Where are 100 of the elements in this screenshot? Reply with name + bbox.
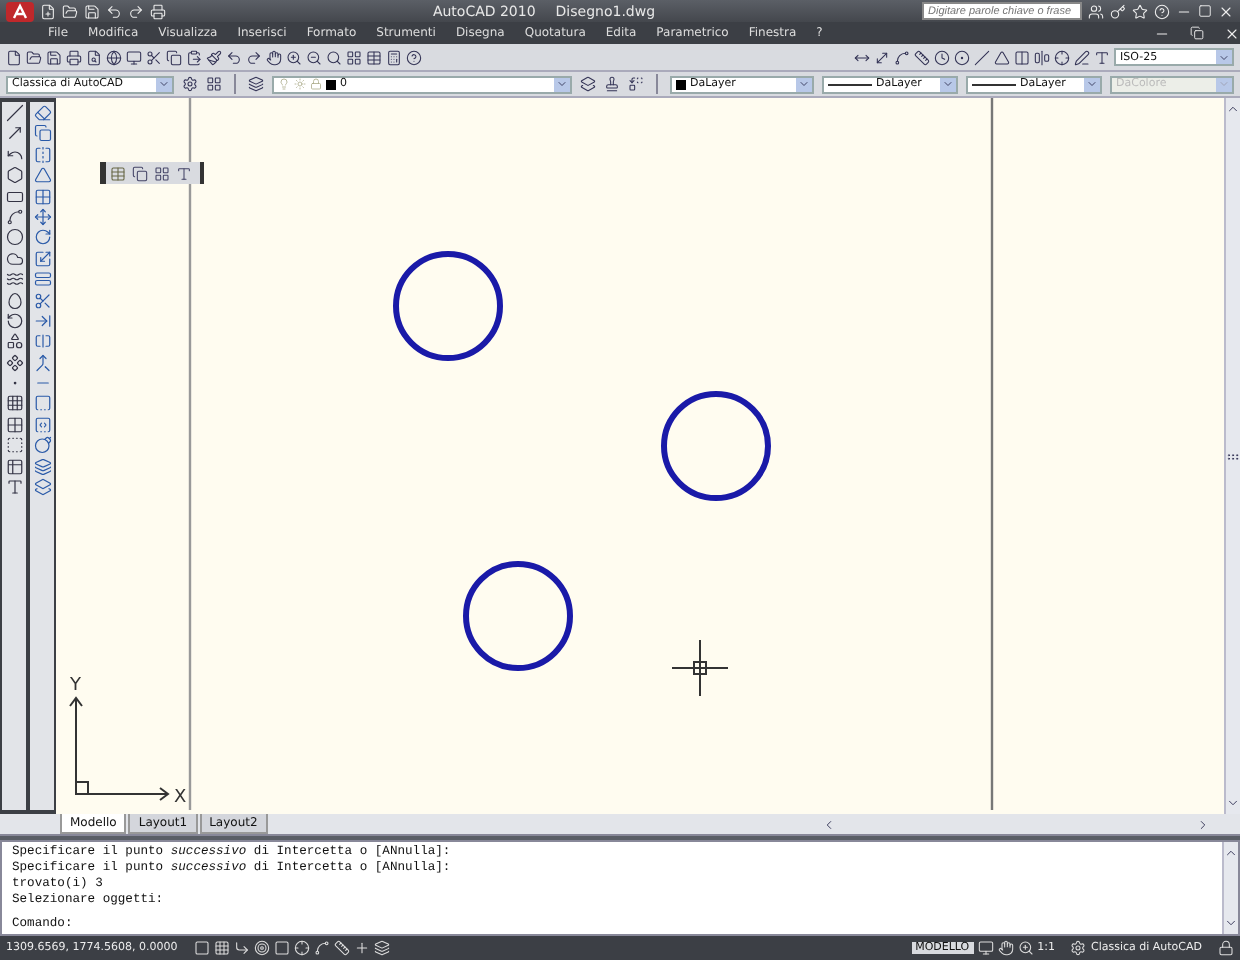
status-toggle-icon[interactable]	[233, 940, 250, 956]
ucs-axes-icon	[69, 696, 170, 801]
x-axis-label: X	[174, 788, 187, 808]
text-icon[interactable]	[176, 165, 192, 181]
copy-icon[interactable]	[132, 165, 148, 181]
line-icon[interactable]	[5, 104, 23, 122]
array-icon[interactable]	[33, 187, 51, 206]
rectangle-icon[interactable]	[5, 187, 23, 206]
save-icon[interactable]	[46, 49, 62, 65]
redo-icon[interactable]	[128, 3, 144, 19]
vertical-scrollbar[interactable]	[1222, 842, 1238, 934]
rotate-icon[interactable]	[33, 228, 51, 247]
copy-icon[interactable]	[166, 49, 182, 65]
edit-icon[interactable]	[1074, 49, 1090, 65]
help-icon[interactable]	[406, 49, 422, 65]
status-toggle-icon[interactable]	[313, 940, 330, 956]
stamp-icon[interactable]	[604, 76, 620, 92]
monitor-icon[interactable]	[977, 940, 994, 956]
eraser-icon[interactable]	[33, 104, 51, 122]
scale-icon[interactable]	[33, 249, 51, 268]
status-toggle-icon[interactable]	[373, 940, 390, 956]
cloud-icon[interactable]	[5, 249, 23, 268]
status-toggle-icon[interactable]	[293, 940, 310, 956]
arc-icon[interactable]	[894, 49, 910, 65]
line-sample	[828, 83, 872, 85]
circle-icon[interactable]	[5, 228, 23, 247]
status-toggle-icon[interactable]	[193, 940, 210, 956]
spline-icon[interactable]	[5, 270, 23, 289]
ray-icon[interactable]	[5, 124, 23, 143]
hand-icon[interactable]	[266, 49, 282, 65]
color-swatch	[676, 79, 686, 89]
layers-icon[interactable]	[33, 478, 51, 497]
trim-icon[interactable]	[33, 291, 51, 310]
crosshair-cursor	[671, 639, 729, 697]
restore-icon[interactable]	[1190, 26, 1204, 40]
folder-icon[interactable]	[26, 49, 42, 65]
new-file-icon[interactable]	[6, 49, 22, 65]
grid-icon[interactable]	[154, 165, 170, 181]
app-logo-icon[interactable]	[6, 1, 34, 21]
paste-icon[interactable]	[186, 49, 202, 65]
zoom-icon[interactable]	[286, 49, 302, 65]
aligned-dimension-icon[interactable]	[874, 49, 890, 65]
maximize-icon[interactable]	[1198, 4, 1212, 18]
slash-icon[interactable]	[974, 49, 990, 65]
grid-icon[interactable]	[346, 49, 362, 65]
bulb-icon	[278, 78, 290, 90]
copy-icon[interactable]	[33, 124, 51, 143]
monitor-icon[interactable]	[126, 49, 142, 65]
layers-icon[interactable]	[248, 76, 264, 92]
brush-icon[interactable]	[206, 49, 222, 65]
swap-icon[interactable]	[628, 76, 644, 92]
calculator-icon[interactable]	[386, 49, 402, 65]
arrow-up-icon[interactable]	[1226, 102, 1240, 116]
settings-icon[interactable]	[182, 76, 198, 92]
dimension-icon[interactable]	[854, 49, 870, 65]
redo-icon[interactable]	[246, 49, 262, 65]
close-icon[interactable]	[1224, 25, 1240, 41]
extend-icon[interactable]	[33, 311, 51, 330]
arrow-down-icon[interactable]	[1226, 796, 1240, 810]
table-icon[interactable]	[5, 457, 23, 476]
layers-icon[interactable]	[580, 76, 596, 92]
status-toggle-icon[interactable]	[353, 940, 370, 956]
triangle-icon[interactable]	[994, 49, 1010, 65]
grid-icon[interactable]	[206, 76, 222, 92]
grip-icon[interactable]	[1226, 449, 1240, 463]
move-icon[interactable]	[33, 207, 51, 226]
arrow-left-icon[interactable]	[822, 817, 836, 831]
vertical-scrollbar[interactable]	[1224, 98, 1240, 814]
key-icon[interactable]	[1110, 3, 1126, 19]
arc-icon[interactable]	[5, 207, 23, 226]
undo-icon[interactable]	[106, 3, 122, 19]
printer-icon[interactable]	[66, 49, 82, 65]
hatch-icon[interactable]	[5, 394, 23, 413]
color-swatch	[326, 79, 336, 89]
people-icon[interactable]	[1088, 3, 1104, 19]
star-icon[interactable]	[1132, 3, 1148, 19]
lock-icon[interactable]	[1218, 940, 1234, 956]
lock-icon	[310, 78, 322, 90]
zoom-out-icon[interactable]	[306, 49, 322, 65]
status-toggle-icon[interactable]	[213, 940, 230, 956]
circle	[661, 391, 771, 501]
arrow-up-icon[interactable]	[1224, 846, 1238, 860]
block-icon[interactable]	[5, 332, 23, 351]
cut-icon[interactable]	[146, 49, 162, 65]
layers-icon[interactable]	[33, 457, 51, 476]
printer-icon[interactable]	[150, 3, 166, 19]
text-icon[interactable]	[1094, 49, 1110, 65]
search-icon[interactable]	[326, 49, 342, 65]
status-toggle-icon[interactable]	[333, 940, 350, 956]
text-icon[interactable]	[5, 478, 23, 497]
arrow-right-icon[interactable]	[1196, 817, 1210, 831]
line-sample	[972, 83, 1016, 85]
file-search-icon[interactable]	[86, 49, 102, 65]
table-icon[interactable]	[366, 49, 382, 65]
globe-icon[interactable]	[106, 49, 122, 65]
polygon-icon[interactable]	[5, 166, 23, 185]
ruler-icon[interactable]	[914, 49, 930, 65]
close-icon[interactable]	[1218, 3, 1234, 19]
undo-icon[interactable]	[226, 49, 242, 65]
arrow-down-icon[interactable]	[1224, 916, 1238, 930]
